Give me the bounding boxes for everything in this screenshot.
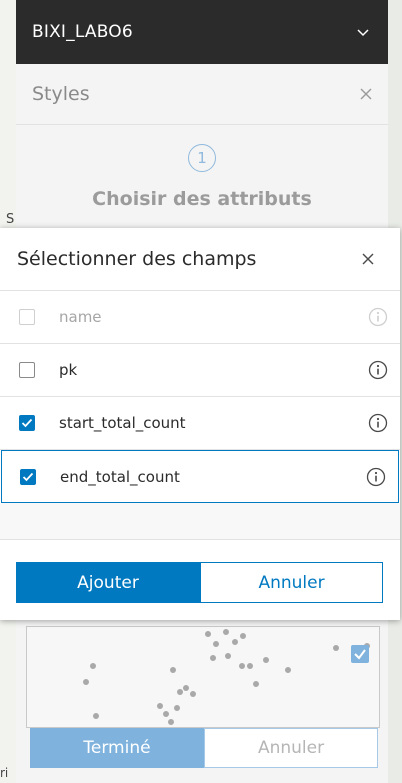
styles-header: Styles: [16, 64, 388, 125]
select-fields-dialog: Sélectionner des champs name pk start_to…: [0, 228, 400, 620]
map-point: [210, 655, 216, 661]
info-icon[interactable]: [368, 307, 388, 327]
preview-checkbox[interactable]: [351, 645, 369, 663]
step-number: 1: [188, 144, 216, 172]
dialog-header: Sélectionner des champs: [0, 228, 400, 291]
map-point: [174, 705, 180, 711]
field-label: end_total_count: [60, 467, 180, 486]
map-label: ri: [0, 766, 9, 780]
check-icon: [22, 472, 34, 481]
field-label: start_total_count: [59, 414, 186, 432]
map-point: [190, 691, 196, 697]
map-point: [183, 685, 189, 691]
field-label: name: [59, 308, 102, 326]
info-icon[interactable]: [366, 467, 386, 487]
map-point: [239, 663, 245, 669]
map-point: [247, 663, 253, 669]
field-checkbox[interactable]: [20, 468, 36, 485]
field-checkbox[interactable]: [19, 415, 35, 431]
step-indicator: 1 Choisir des attributs: [16, 144, 388, 210]
list-empty-space: [0, 503, 400, 540]
step-label: Choisir des attributs: [92, 188, 312, 210]
map-point: [240, 633, 246, 639]
info-icon[interactable]: [368, 360, 388, 380]
map-point: [205, 631, 211, 637]
check-icon: [21, 418, 33, 428]
cancel-button[interactable]: Annuler: [204, 728, 378, 768]
field-row-start-total-count[interactable]: start_total_count: [0, 397, 400, 450]
map-point: [333, 645, 339, 651]
done-button[interactable]: Terminé: [30, 728, 204, 768]
dialog-actions: Ajouter Annuler: [16, 562, 383, 603]
layer-header[interactable]: BIXI_LABO6: [16, 0, 388, 64]
map-point: [253, 681, 259, 687]
add-button[interactable]: Ajouter: [16, 562, 200, 603]
field-row-pk[interactable]: pk: [0, 344, 400, 397]
styles-actions: Terminé Annuler: [30, 728, 380, 768]
field-checkbox[interactable]: [19, 309, 35, 325]
field-row-name[interactable]: name: [0, 291, 400, 344]
map-point: [223, 629, 229, 635]
dialog-title: Sélectionner des champs: [17, 248, 257, 270]
layer-title: BIXI_LABO6: [32, 22, 133, 42]
map-point: [213, 641, 219, 647]
map-point: [168, 719, 174, 725]
cancel-button[interactable]: Annuler: [200, 562, 383, 603]
chevron-down-icon[interactable]: [356, 25, 370, 39]
map-point: [157, 703, 163, 709]
map-point: [263, 657, 269, 663]
map-label: S: [6, 212, 15, 227]
style-preview: [26, 626, 380, 728]
styles-title: Styles: [32, 83, 90, 105]
map-point: [285, 667, 291, 673]
field-label: pk: [59, 361, 78, 379]
map-point: [163, 711, 169, 717]
map-point: [170, 667, 176, 673]
map-point: [83, 679, 89, 685]
map-point: [90, 663, 96, 669]
map-point: [225, 653, 231, 659]
close-icon[interactable]: [362, 253, 374, 265]
check-icon: [354, 649, 366, 660]
map-point: [93, 713, 99, 719]
close-icon[interactable]: [360, 88, 372, 100]
info-icon[interactable]: [368, 413, 388, 433]
map-point: [177, 689, 183, 695]
field-checkbox[interactable]: [19, 362, 35, 378]
field-row-end-total-count[interactable]: end_total_count: [1, 450, 399, 503]
map-point: [232, 639, 238, 645]
